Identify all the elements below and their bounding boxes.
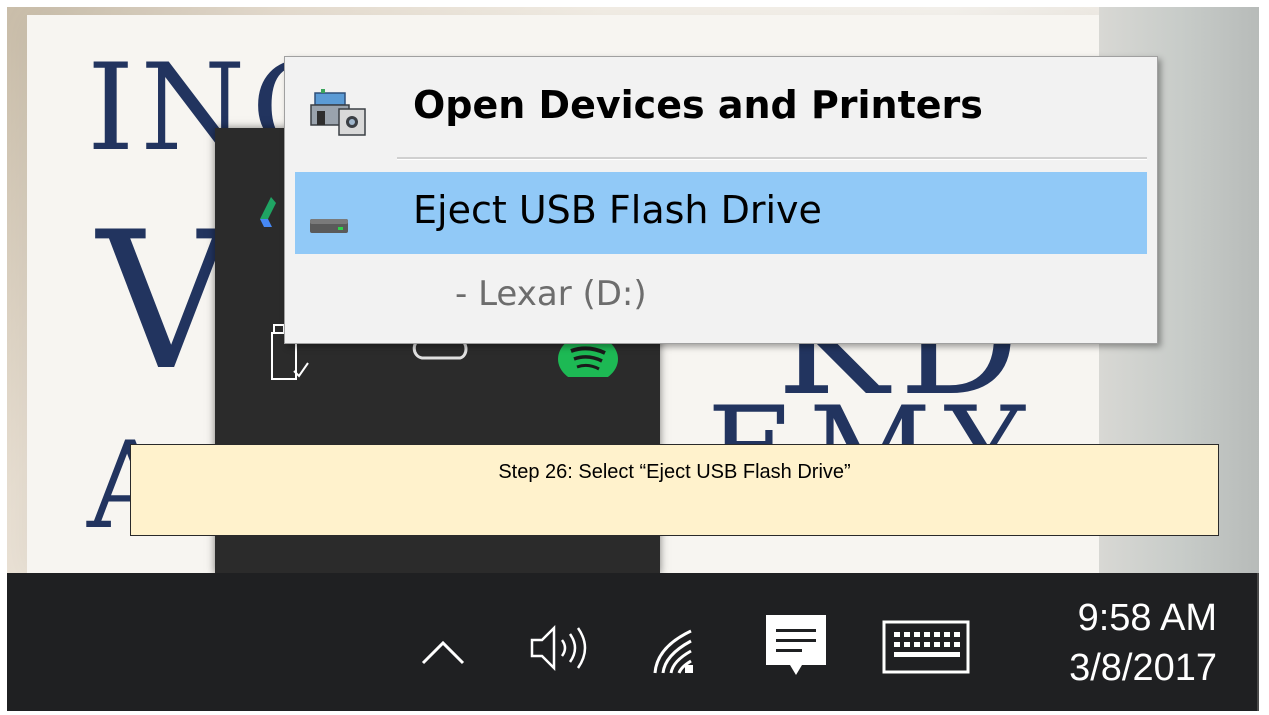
frame-top: [0, 0, 1269, 7]
menu-separator: [397, 157, 1147, 160]
system-clock[interactable]: 9:58 AM 3/8/2017: [1017, 593, 1217, 705]
volume-icon[interactable]: [522, 618, 592, 678]
keyboard-icon[interactable]: [880, 618, 972, 676]
google-drive-icon[interactable]: [258, 195, 284, 229]
action-center-icon[interactable]: [762, 611, 830, 681]
caption-text: Step 26: Select “Eject USB Flash Drive”: [498, 461, 851, 483]
menu-item-eject-usb[interactable]: Eject USB Flash Drive: [295, 172, 1147, 254]
frame-bottom: [0, 711, 1269, 715]
menu-item-label: Open Devices and Printers: [413, 83, 983, 127]
frame-right: [1259, 0, 1269, 715]
menu-item-label: - Lexar (D:): [455, 274, 647, 314]
clock-date: 3/8/2017: [1069, 647, 1217, 689]
wifi-icon[interactable]: [647, 623, 707, 678]
usb-drive-icon: [310, 219, 348, 233]
frame-left: [0, 0, 7, 715]
wallpaper-text: V: [97, 191, 235, 412]
usb-context-menu: Open Devices and Printers Eject USB Flas…: [284, 56, 1158, 344]
clock-time: 9:58 AM: [1077, 597, 1217, 639]
instruction-caption: Step 26: Select “Eject USB Flash Drive”: [130, 444, 1219, 536]
devices-printers-icon: [310, 89, 366, 136]
show-desktop-button[interactable]: [1257, 573, 1259, 711]
menu-item-label: Eject USB Flash Drive: [413, 188, 822, 232]
taskbar: 9:58 AM 3/8/2017: [7, 573, 1259, 711]
menu-item-lexar-drive: - Lexar (D:): [295, 262, 1147, 332]
menu-item-open-devices-printers[interactable]: Open Devices and Printers: [295, 71, 1147, 141]
chevron-up-icon[interactable]: [415, 633, 471, 673]
